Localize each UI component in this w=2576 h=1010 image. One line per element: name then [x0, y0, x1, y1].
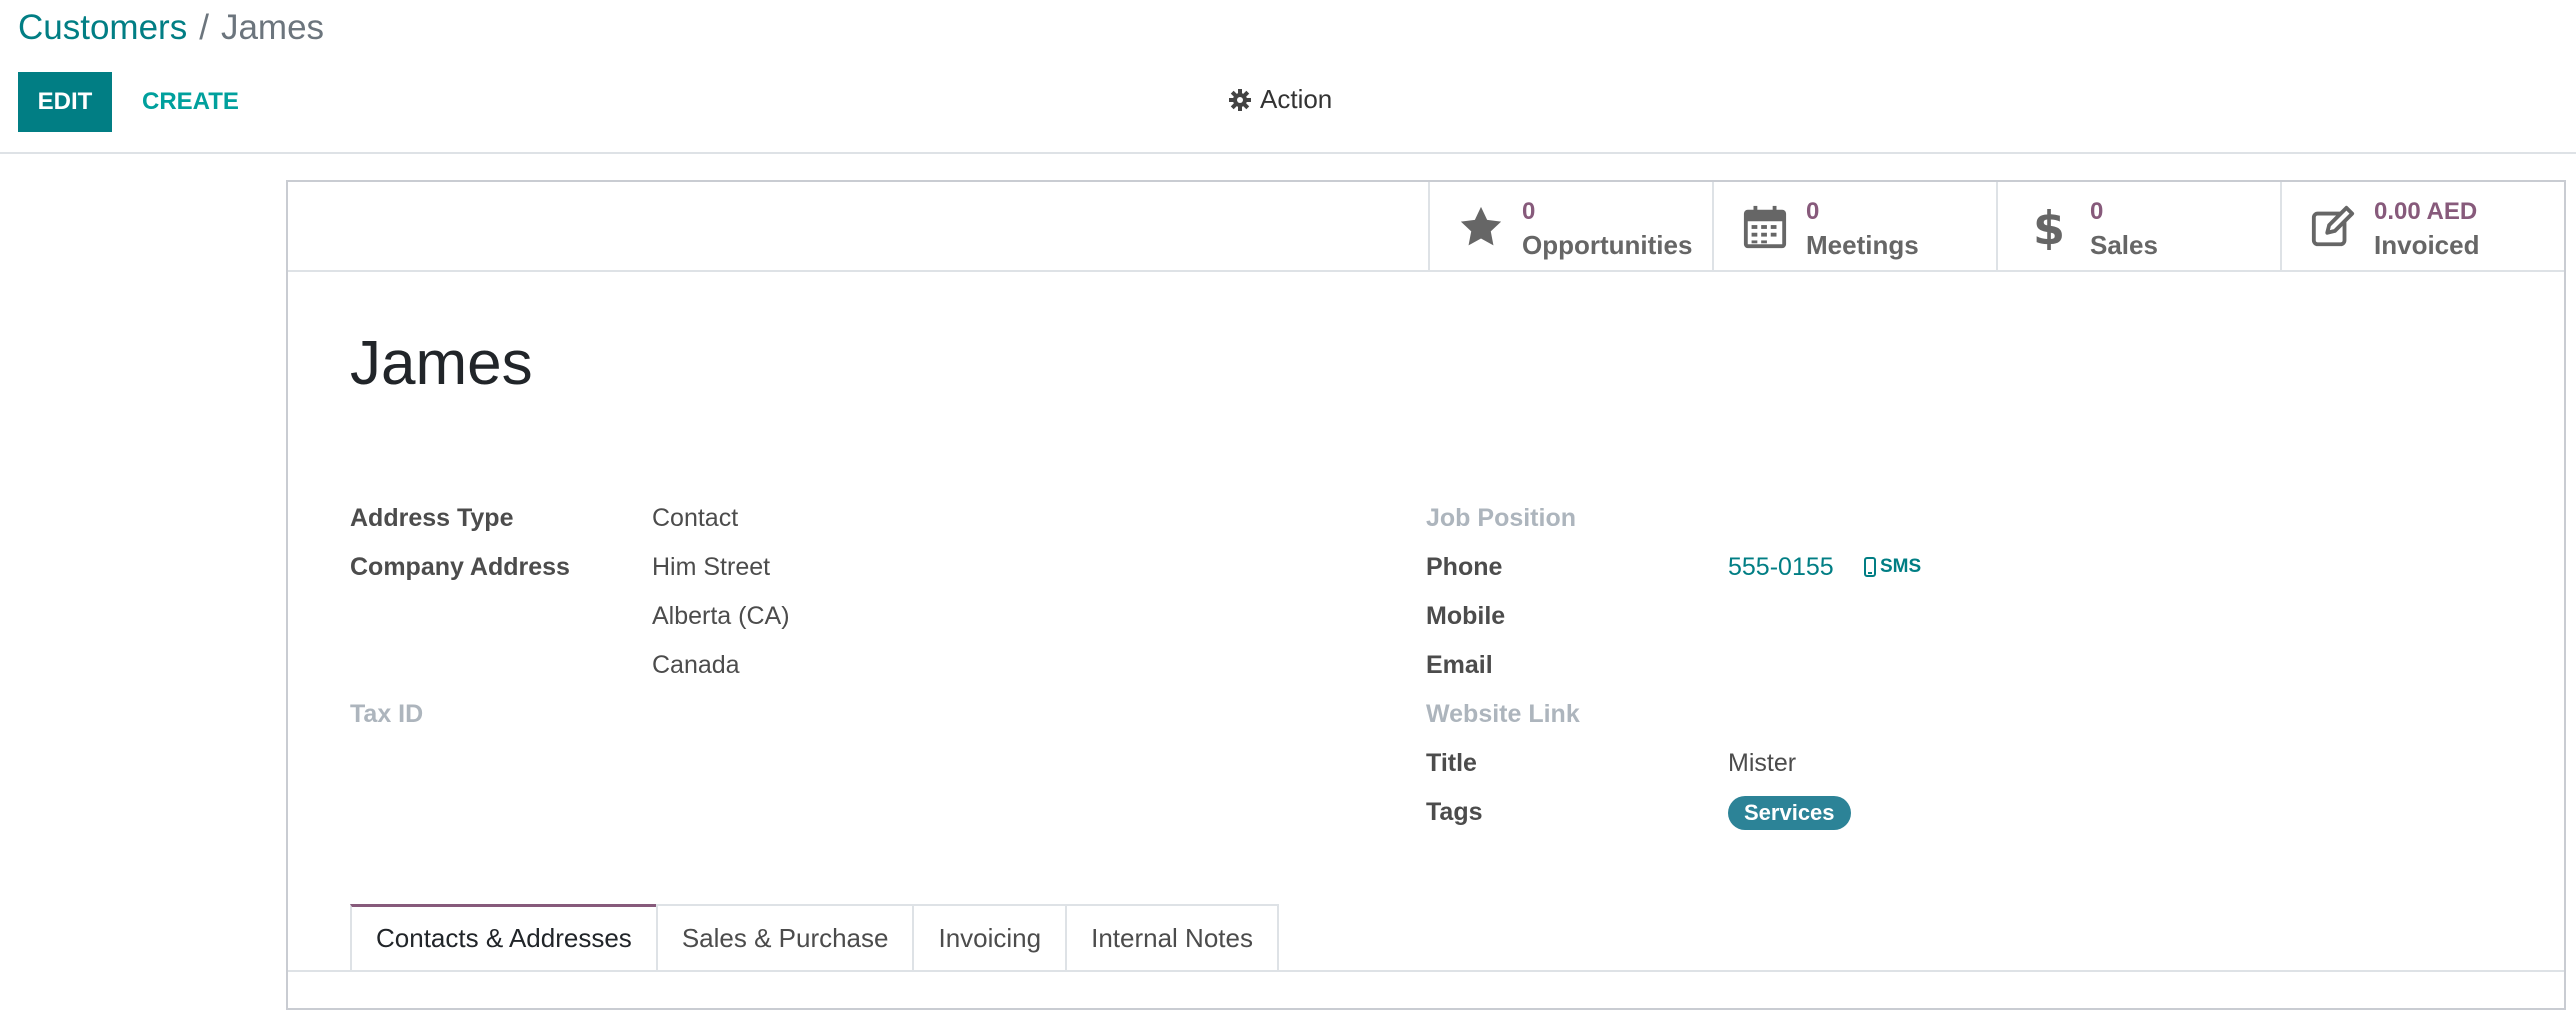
title-label: Title: [1426, 749, 1477, 777]
phone-link[interactable]: 555-0155: [1728, 553, 1834, 582]
opportunities-count: 0: [1522, 198, 1536, 225]
tax-id-label: Tax ID: [350, 700, 424, 728]
svg-text:$: $: [2033, 204, 2065, 250]
mobile-label: Mobile: [1426, 602, 1506, 630]
smart-button-box: 0 Opportunities 0 Meetings $ 0 Sales 0.0…: [288, 182, 2564, 272]
breadcrumb-separator: /: [199, 8, 209, 47]
meetings-label: Meetings: [1806, 230, 1919, 260]
breadcrumb: Customers / James: [18, 8, 324, 48]
edit-icon: [2311, 205, 2355, 247]
address-country: Canada: [652, 651, 740, 679]
tab-sales-purchase[interactable]: Sales & Purchase: [655, 904, 915, 970]
tab-contacts-addresses[interactable]: Contacts & Addresses: [350, 904, 658, 970]
invoiced-label: Invoiced: [2374, 230, 2480, 260]
address-state: Alberta (CA): [652, 602, 790, 630]
tab-internal-notes[interactable]: Internal Notes: [1065, 904, 1279, 970]
sales-count: 0: [2090, 198, 2104, 225]
star-icon: [1460, 206, 1502, 246]
create-button[interactable]: CREATE: [124, 72, 257, 132]
dollar-icon: $: [2033, 204, 2065, 250]
gear-icon: [1229, 88, 1251, 111]
meetings-smart-button[interactable]: 0 Meetings: [1712, 182, 1996, 270]
opportunities-smart-button[interactable]: 0 Opportunities: [1428, 182, 1712, 270]
action-menu-button[interactable]: Action: [1228, 84, 1332, 115]
edit-button[interactable]: EDIT: [18, 72, 112, 132]
job-position-label: Job Position: [1426, 504, 1576, 532]
record-title: James: [350, 329, 533, 398]
tag-badge-services: Services: [1728, 796, 1851, 830]
email-label: Email: [1426, 651, 1493, 679]
address-street: Him Street: [652, 553, 771, 581]
sales-label: Sales: [2090, 230, 2158, 260]
invoiced-smart-button[interactable]: 0.00 AED Invoiced: [2280, 182, 2564, 270]
website-link-label: Website Link: [1426, 700, 1580, 728]
tags-label: Tags: [1426, 798, 1483, 826]
calendar-icon: [1743, 205, 1787, 249]
phone-label: Phone: [1426, 553, 1503, 581]
breadcrumb-customers-link[interactable]: Customers: [18, 8, 187, 47]
meetings-count: 0: [1806, 198, 1820, 225]
title-value: Mister: [1728, 749, 1797, 777]
notebook-tabs: Contacts & Addresses Sales & Purchase In…: [350, 904, 1279, 972]
sms-button[interactable]: SMS: [1864, 556, 1921, 578]
form-sheet: 0 Opportunities 0 Meetings $ 0 Sales 0.0…: [286, 180, 2566, 1010]
opportunities-label: Opportunities: [1522, 230, 1693, 260]
address-type-value: Contact: [652, 504, 739, 532]
mobile-icon: [1864, 557, 1876, 577]
address-type-label: Address Type: [350, 504, 514, 532]
tab-invoicing[interactable]: Invoicing: [912, 904, 1068, 970]
control-panel: Customers / James EDIT CREATE Action: [0, 0, 2576, 154]
action-label: Action: [1260, 84, 1333, 114]
sms-label: SMS: [1880, 556, 1922, 577]
breadcrumb-current: James: [220, 8, 325, 47]
invoiced-amount: 0.00 AED: [2374, 198, 2478, 225]
sales-smart-button[interactable]: $ 0 Sales: [1996, 182, 2280, 270]
company-address-label: Company Address: [350, 553, 570, 581]
